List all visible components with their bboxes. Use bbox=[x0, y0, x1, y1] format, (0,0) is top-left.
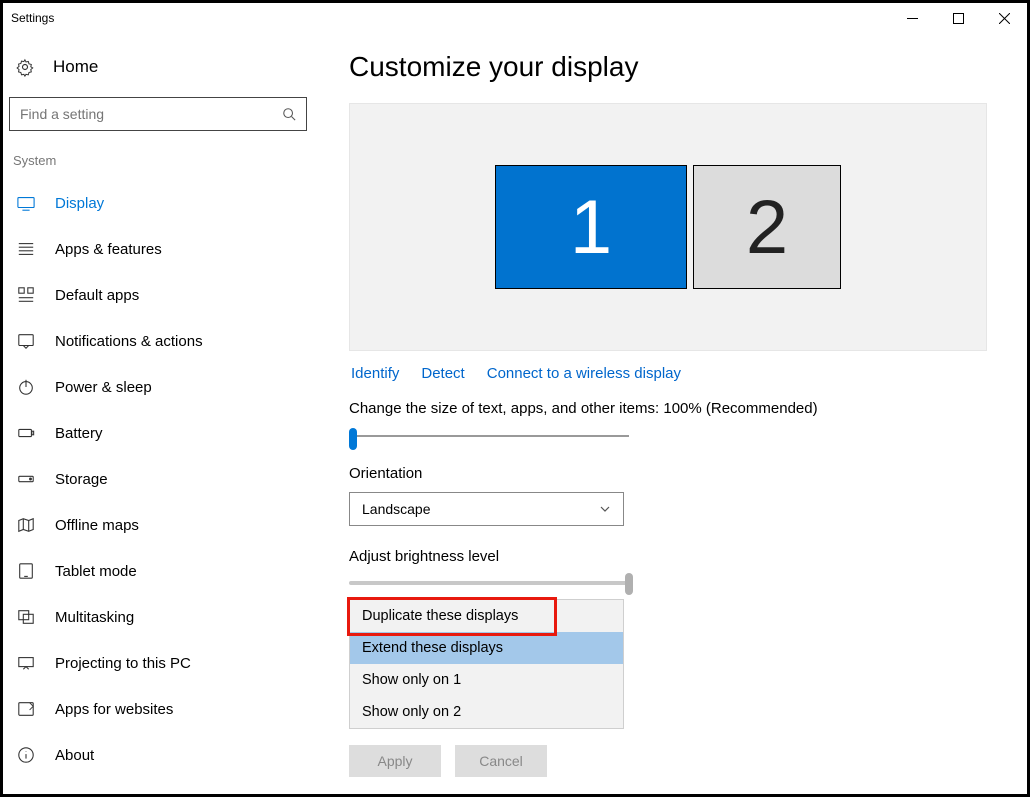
power-icon bbox=[17, 378, 35, 396]
storage-icon bbox=[17, 470, 35, 488]
sidebar-item-label: Offline maps bbox=[55, 517, 139, 534]
preview-links: Identify Detect Connect to a wireless di… bbox=[349, 351, 987, 400]
sidebar-item-label: Apps & features bbox=[55, 241, 162, 258]
titlebar-buttons bbox=[889, 3, 1027, 33]
projecting-icon bbox=[17, 654, 35, 672]
detect-link[interactable]: Detect bbox=[421, 365, 464, 382]
slider-thumb[interactable] bbox=[349, 428, 357, 450]
sidebar-item-display[interactable]: Display bbox=[9, 180, 307, 226]
scale-label: Change the size of text, apps, and other… bbox=[349, 400, 987, 417]
about-icon bbox=[17, 746, 35, 764]
md-option-extend[interactable]: Extend these displays bbox=[350, 632, 623, 664]
md-option-only2[interactable]: Show only on 2 bbox=[350, 696, 623, 728]
monitor-1[interactable]: 1 bbox=[495, 165, 687, 289]
apps-features-icon bbox=[17, 240, 35, 258]
sidebar-item-label: Storage bbox=[55, 471, 108, 488]
cancel-button[interactable]: Cancel bbox=[455, 745, 547, 777]
sidebar-item-storage[interactable]: Storage bbox=[9, 456, 307, 502]
chevron-down-icon bbox=[599, 503, 611, 515]
md-option-only1[interactable]: Show only on 1 bbox=[350, 664, 623, 696]
sidebar-item-label: Multitasking bbox=[55, 609, 134, 626]
minimize-icon bbox=[907, 13, 918, 24]
gear-icon bbox=[15, 57, 35, 77]
brightness-thumb[interactable] bbox=[625, 573, 633, 595]
brightness-track bbox=[349, 581, 629, 585]
search-input[interactable] bbox=[9, 97, 307, 131]
sidebar-item-about[interactable]: About bbox=[9, 732, 307, 778]
sidebar-item-label: Projecting to this PC bbox=[55, 655, 191, 672]
sidebar-item-projecting[interactable]: Projecting to this PC bbox=[9, 640, 307, 686]
apply-button[interactable]: Apply bbox=[349, 745, 441, 777]
sidebar-item-apps-features[interactable]: Apps & features bbox=[9, 226, 307, 272]
sidebar-item-label: Display bbox=[55, 195, 104, 212]
maps-icon bbox=[17, 516, 35, 534]
sidebar-item-label: Tablet mode bbox=[55, 563, 137, 580]
tablet-icon bbox=[17, 562, 35, 580]
body: Home System Display Apps & features bbox=[3, 33, 1027, 794]
orientation-dropdown[interactable]: Landscape bbox=[349, 492, 624, 526]
apps-websites-icon bbox=[17, 700, 35, 718]
brightness-label: Adjust brightness level bbox=[349, 548, 987, 565]
sidebar-item-apps-websites[interactable]: Apps for websites bbox=[9, 686, 307, 732]
scale-slider[interactable] bbox=[349, 427, 629, 445]
brightness-slider[interactable] bbox=[349, 581, 629, 585]
sidebar-item-label: About bbox=[55, 747, 94, 764]
sidebar-item-power-sleep[interactable]: Power & sleep bbox=[9, 364, 307, 410]
settings-window: Settings Home bbox=[3, 3, 1027, 794]
main-content: Customize your display 1 2 Identify Dete… bbox=[313, 33, 1027, 794]
identify-link[interactable]: Identify bbox=[351, 365, 399, 382]
buttons-row: Apply Cancel bbox=[349, 745, 987, 777]
orientation-value: Landscape bbox=[362, 501, 431, 517]
battery-icon bbox=[17, 424, 35, 442]
display-icon bbox=[17, 194, 35, 212]
multitasking-icon bbox=[17, 608, 35, 626]
search-field[interactable] bbox=[20, 106, 282, 122]
close-button[interactable] bbox=[981, 3, 1027, 33]
page-title: Customize your display bbox=[349, 51, 987, 83]
section-label: System bbox=[9, 149, 307, 180]
multi-display-dropdown[interactable]: Duplicate these displays Extend these di… bbox=[349, 599, 624, 729]
orientation-label: Orientation bbox=[349, 465, 987, 482]
window-title: Settings bbox=[11, 11, 889, 25]
sidebar-item-label: Default apps bbox=[55, 287, 139, 304]
sidebar-item-offline-maps[interactable]: Offline maps bbox=[9, 502, 307, 548]
sidebar-nav: Display Apps & features Default apps Not… bbox=[9, 180, 307, 778]
sidebar: Home System Display Apps & features bbox=[3, 33, 313, 794]
slider-track bbox=[349, 435, 629, 437]
maximize-button[interactable] bbox=[935, 3, 981, 33]
titlebar: Settings bbox=[3, 3, 1027, 33]
default-apps-icon bbox=[17, 286, 35, 304]
wireless-display-link[interactable]: Connect to a wireless display bbox=[487, 365, 681, 382]
monitor-2[interactable]: 2 bbox=[693, 165, 841, 289]
sidebar-item-default-apps[interactable]: Default apps bbox=[9, 272, 307, 318]
minimize-button[interactable] bbox=[889, 3, 935, 33]
home-label: Home bbox=[53, 57, 98, 77]
sidebar-item-label: Battery bbox=[55, 425, 103, 442]
close-icon bbox=[999, 13, 1010, 24]
sidebar-item-multitasking[interactable]: Multitasking bbox=[9, 594, 307, 640]
display-preview[interactable]: 1 2 bbox=[349, 103, 987, 351]
md-option-duplicate[interactable]: Duplicate these displays bbox=[350, 600, 623, 632]
sidebar-item-notifications[interactable]: Notifications & actions bbox=[9, 318, 307, 364]
search-icon bbox=[282, 107, 296, 121]
sidebar-item-label: Apps for websites bbox=[55, 701, 173, 718]
maximize-icon bbox=[953, 13, 964, 24]
sidebar-item-tablet-mode[interactable]: Tablet mode bbox=[9, 548, 307, 594]
sidebar-item-label: Notifications & actions bbox=[55, 333, 203, 350]
home-button[interactable]: Home bbox=[9, 43, 307, 93]
sidebar-item-label: Power & sleep bbox=[55, 379, 152, 396]
sidebar-item-battery[interactable]: Battery bbox=[9, 410, 307, 456]
notifications-icon bbox=[17, 332, 35, 350]
